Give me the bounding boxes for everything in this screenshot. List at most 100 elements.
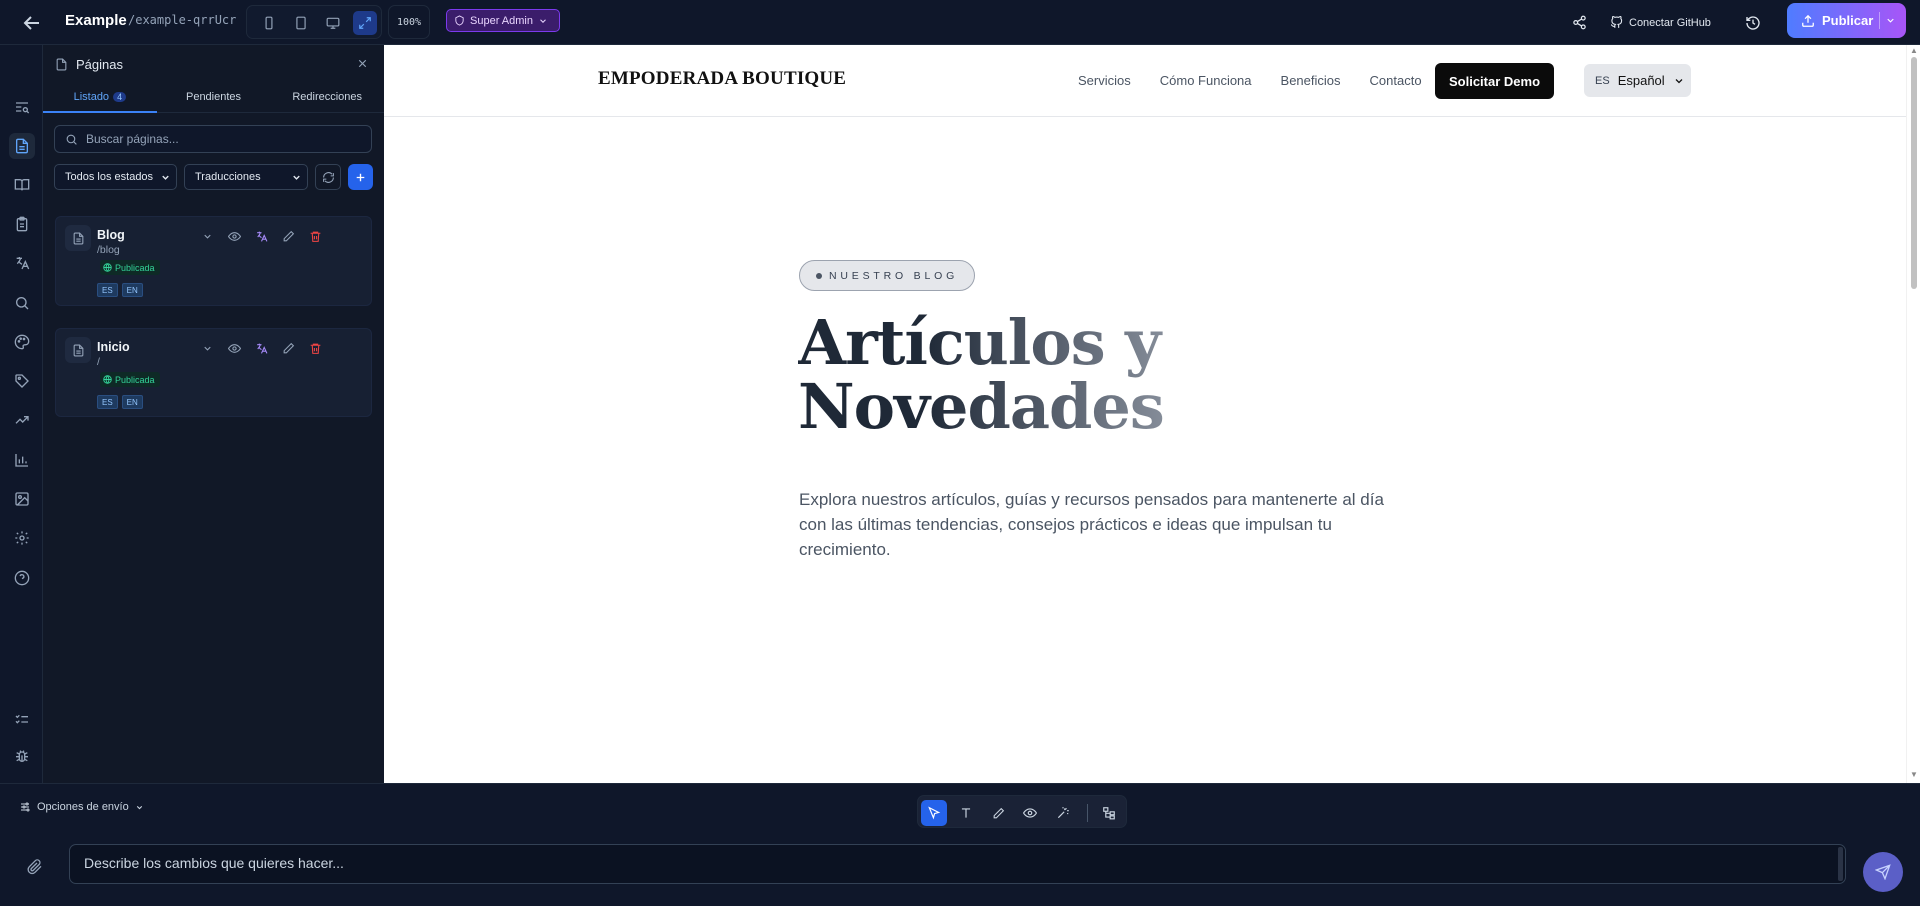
fit-view-icon[interactable]	[353, 11, 377, 35]
translate-icon[interactable]	[253, 228, 270, 245]
lang-badge[interactable]: EN	[121, 283, 143, 297]
bar-chart-icon[interactable]	[9, 447, 35, 473]
publish-button[interactable]: Publicar	[1787, 3, 1906, 38]
editor-toolbar	[917, 795, 1127, 828]
section-pill: NUESTRO BLOG	[799, 260, 976, 291]
zoom-level[interactable]: 100%	[388, 5, 430, 39]
publish-label: Publicar	[1822, 13, 1874, 28]
close-icon[interactable]	[356, 57, 369, 70]
toolbar-divider	[1087, 804, 1088, 822]
magic-wand-icon[interactable]	[1050, 800, 1076, 826]
nav-link-beneficios[interactable]: Beneficios	[1281, 73, 1341, 88]
role-selector[interactable]: Super Admin	[446, 9, 560, 32]
trash-icon[interactable]	[307, 340, 324, 357]
lang-badge[interactable]: ES	[97, 283, 118, 297]
language-badges: ES EN	[97, 283, 143, 297]
translation-filter-select[interactable]: Traducciones	[184, 164, 308, 190]
role-label: Super Admin	[470, 14, 533, 27]
translate-icon[interactable]	[253, 340, 270, 357]
translation-filter-value: Traducciones	[195, 171, 261, 183]
send-button[interactable]	[1863, 852, 1903, 892]
lang-badge[interactable]: ES	[97, 395, 118, 409]
language-code: ES	[1595, 74, 1610, 87]
device-switcher	[246, 5, 382, 39]
eye-icon[interactable]	[226, 228, 243, 245]
status-label: Publicada	[115, 262, 155, 273]
language-badges: ES EN	[97, 395, 143, 409]
scroll-up-icon[interactable]: ▲	[1910, 46, 1918, 55]
tab-pendientes[interactable]: Pendientes	[157, 83, 271, 112]
project-slug: /example-qrrUcr	[128, 13, 237, 27]
tab-count-badge: 4	[113, 92, 127, 102]
add-page-button[interactable]	[348, 164, 373, 190]
share-icon[interactable]	[1572, 0, 1587, 45]
status-filter-select[interactable]: Todos los estados	[54, 164, 177, 190]
site-preview: EMPODERADA BOUTIQUE Servicios Cómo Funci…	[384, 45, 1920, 783]
trash-icon[interactable]	[307, 228, 324, 245]
clipboard-icon[interactable]	[9, 211, 35, 237]
globe-icon	[103, 375, 112, 384]
send-options-toggle[interactable]: Opciones de envío	[19, 801, 144, 813]
pencil-icon[interactable]	[985, 800, 1011, 826]
hero-line-1: Artículos y	[798, 306, 1161, 379]
request-demo-button[interactable]: Solicitar Demo	[1435, 63, 1554, 99]
eye-icon[interactable]	[1017, 800, 1043, 826]
chevron-down-icon[interactable]	[199, 340, 216, 357]
nav-link-contacto[interactable]: Contacto	[1370, 73, 1422, 88]
chevron-down-icon[interactable]	[199, 228, 216, 245]
page-card[interactable]: Inicio / Publicada ES EN	[55, 328, 372, 417]
tab-listado[interactable]: Listado 4	[43, 83, 157, 113]
scroll-down-icon[interactable]: ▼	[1910, 770, 1918, 779]
tab-label: Listado	[73, 91, 110, 103]
nav-link-como-funciona[interactable]: Cómo Funciona	[1160, 73, 1252, 88]
page-card[interactable]: Blog /blog Publicada ES EN	[55, 216, 372, 306]
content-search-icon[interactable]	[9, 94, 35, 120]
connect-github-button[interactable]: Conectar GitHub	[1610, 0, 1711, 45]
tablet-view-icon[interactable]	[289, 11, 313, 35]
search-box	[54, 125, 372, 153]
search-icon[interactable]	[9, 290, 35, 316]
history-icon[interactable]	[1745, 0, 1761, 45]
select-pointer-icon[interactable]	[921, 800, 947, 826]
text-tool-icon[interactable]	[953, 800, 979, 826]
top-bar: Example /example-qrrUcr 100% Super Admin…	[0, 0, 1920, 45]
gear-icon[interactable]	[9, 525, 35, 551]
desktop-view-icon[interactable]	[321, 11, 345, 35]
help-icon[interactable]	[9, 565, 35, 591]
tab-redirecciones[interactable]: Redirecciones	[270, 83, 384, 112]
panel-title: Páginas	[76, 57, 123, 72]
pencil-icon[interactable]	[280, 340, 297, 357]
scrollbar-thumb[interactable]	[1911, 57, 1917, 289]
panel-tabs: Listado 4 Pendientes Redirecciones	[43, 83, 384, 113]
translate-icon[interactable]	[9, 250, 35, 276]
mobile-view-icon[interactable]	[257, 11, 281, 35]
search-input[interactable]	[86, 132, 346, 146]
eye-icon[interactable]	[226, 340, 243, 357]
refresh-button[interactable]	[315, 164, 341, 190]
status-filter-value: Todos los estados	[65, 171, 154, 183]
bug-icon[interactable]	[9, 743, 35, 769]
project-title: Example	[65, 12, 127, 29]
pencil-icon[interactable]	[280, 228, 297, 245]
chevron-down-icon[interactable]	[1885, 15, 1896, 26]
preview-scrollbar[interactable]: ▲ ▼	[1906, 45, 1920, 783]
back-arrow-icon[interactable]	[20, 11, 44, 35]
page-name: Inicio	[97, 340, 130, 354]
site-logo[interactable]: EMPODERADA BOUTIQUE	[598, 68, 846, 90]
palette-icon[interactable]	[9, 329, 35, 355]
page-actions	[199, 228, 324, 245]
trending-up-icon[interactable]	[9, 407, 35, 433]
nav-link-servicios[interactable]: Servicios	[1078, 73, 1131, 88]
layout-tree-icon[interactable]	[1096, 800, 1122, 826]
pages-icon[interactable]	[9, 133, 35, 159]
tags-icon[interactable]	[9, 368, 35, 394]
language-selector[interactable]: ES Español	[1584, 64, 1691, 97]
globe-icon	[103, 263, 112, 272]
book-icon[interactable]	[9, 172, 35, 198]
prompt-input[interactable]	[84, 855, 1784, 871]
checklist-icon[interactable]	[9, 707, 35, 733]
prompt-scrollbar[interactable]	[1838, 847, 1843, 881]
paperclip-icon[interactable]	[27, 859, 43, 875]
lang-badge[interactable]: EN	[121, 395, 143, 409]
image-icon[interactable]	[9, 486, 35, 512]
